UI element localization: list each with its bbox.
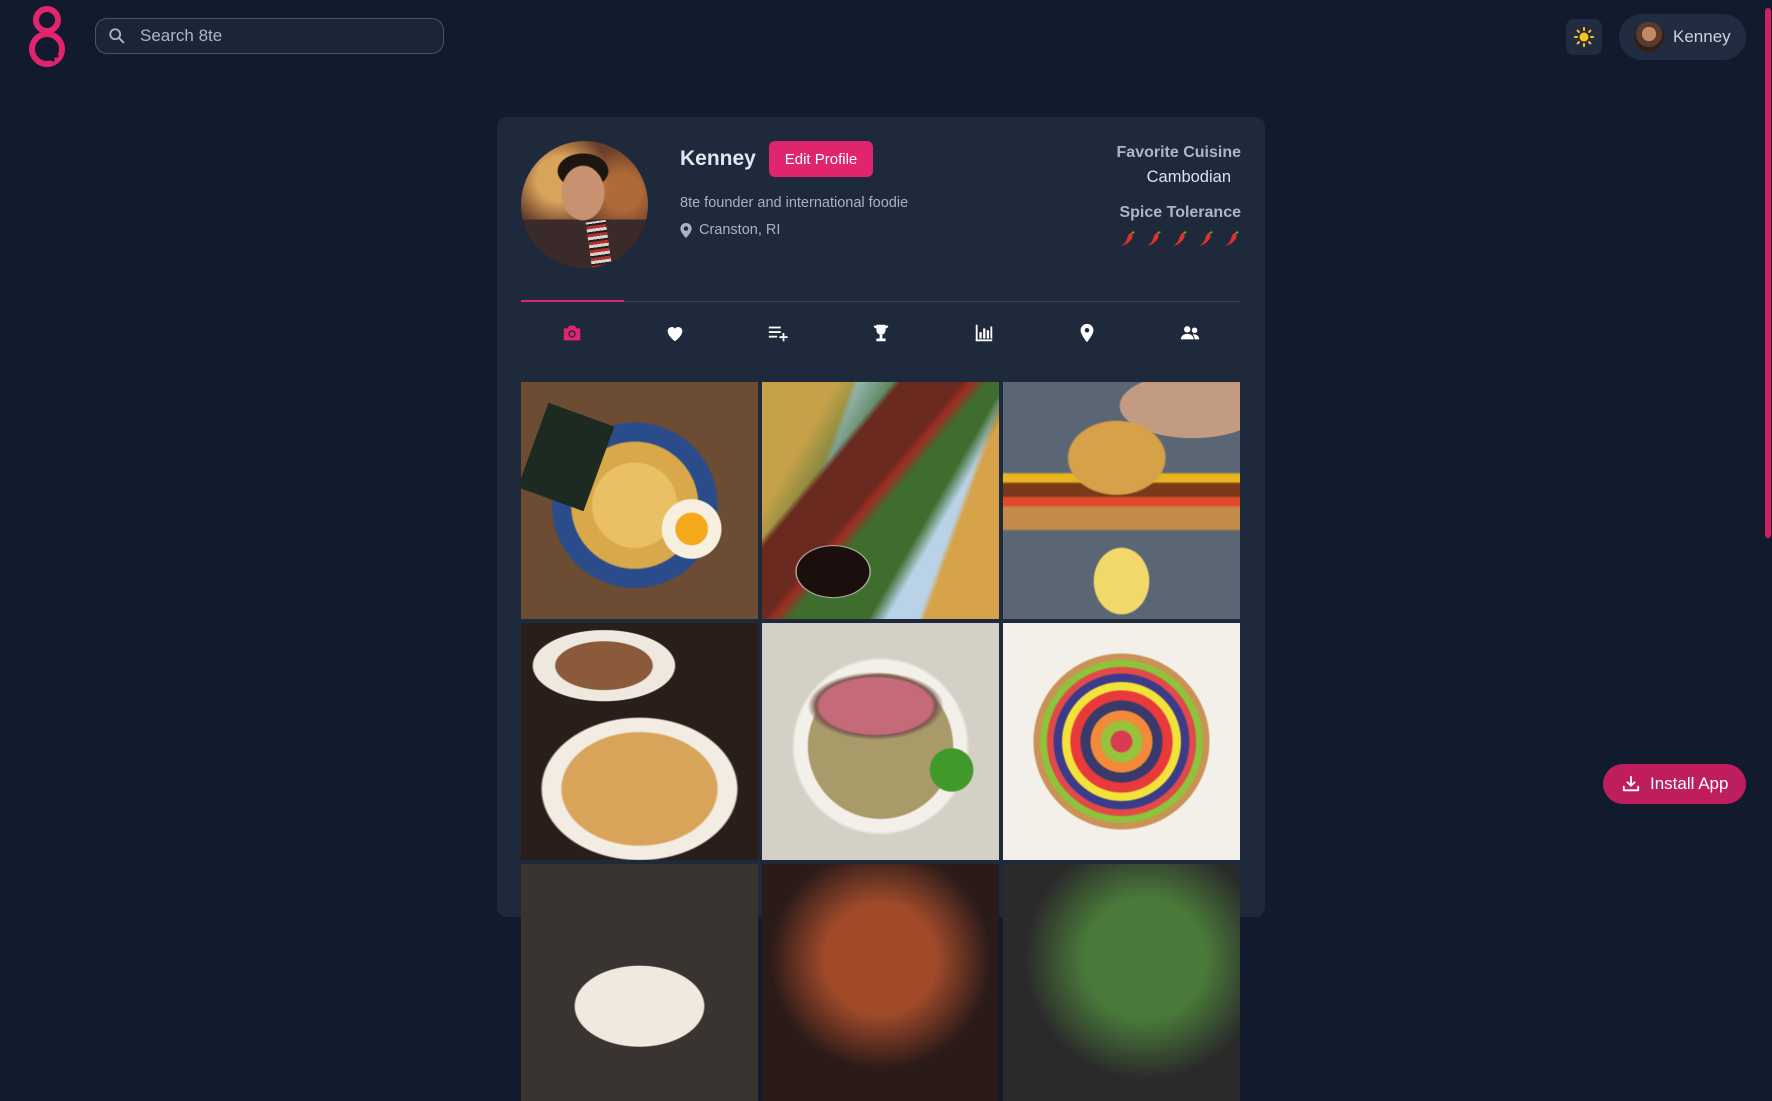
- user-menu-button[interactable]: Kenney: [1619, 14, 1746, 60]
- tab-friends[interactable]: [1138, 303, 1241, 363]
- photo-dish-8[interactable]: [762, 864, 999, 1101]
- profile-card: Kenney Edit Profile 8te founder and inte…: [497, 117, 1265, 1101]
- search-icon: [109, 28, 125, 44]
- sun-icon: [1574, 27, 1594, 47]
- tabs-divider: [521, 301, 1241, 302]
- photo-fruit-tart[interactable]: [1003, 623, 1240, 860]
- install-app-label: Install App: [1650, 774, 1729, 793]
- active-tab-indicator: [521, 300, 624, 302]
- tab-photos[interactable]: [521, 303, 624, 363]
- map-pin-icon: [1080, 323, 1094, 343]
- photo-pho[interactable]: [762, 623, 999, 860]
- photo-grid: [521, 382, 1241, 1101]
- chili-pepper-icon: [1121, 231, 1135, 246]
- photo-cheeseburger-fries[interactable]: [1003, 382, 1240, 619]
- profile-bio: 8te founder and international foodie: [680, 195, 909, 211]
- tab-places[interactable]: [1035, 303, 1138, 363]
- playlist-add-icon: [768, 326, 788, 342]
- download-icon: [1622, 775, 1640, 792]
- search-input[interactable]: [138, 25, 432, 47]
- spice-tolerance-label: Spice Tolerance: [1119, 204, 1241, 221]
- theme-toggle-button[interactable]: [1566, 19, 1602, 55]
- favorite-cuisine-value: Cambodian: [1146, 168, 1231, 186]
- tab-achievements[interactable]: [830, 303, 933, 363]
- 8te-logo-icon[interactable]: [24, 3, 70, 71]
- scrollbar-thumb[interactable]: [1765, 8, 1771, 538]
- tab-favorites[interactable]: [624, 303, 727, 363]
- install-app-button[interactable]: Install App: [1603, 764, 1746, 804]
- user-name: Kenney: [1673, 27, 1731, 46]
- tab-lists[interactable]: [727, 303, 830, 363]
- location-text: Cranston, RI: [699, 222, 781, 238]
- tab-stats[interactable]: [932, 303, 1035, 363]
- map-pin-icon: [680, 222, 692, 238]
- search-bar[interactable]: [95, 18, 444, 54]
- photo-ramen[interactable]: [521, 382, 758, 619]
- avatar: [1634, 22, 1664, 52]
- chili-pepper-icon: [1225, 231, 1239, 246]
- chili-pepper-icon: [1173, 231, 1187, 246]
- photo-dish-7[interactable]: [521, 864, 758, 1101]
- camera-icon: [564, 325, 581, 341]
- profile-name: Kenney: [680, 147, 756, 170]
- bar-chart-icon: [975, 324, 993, 342]
- heart-icon: [667, 327, 683, 342]
- profile-avatar: [521, 141, 648, 268]
- scrollbar[interactable]: [1764, 0, 1772, 897]
- chili-pepper-icon: [1147, 231, 1161, 246]
- profile-tabs: [521, 303, 1241, 363]
- photo-pasta[interactable]: [521, 623, 758, 860]
- trophy-icon: [873, 324, 889, 342]
- photo-steak-skewer[interactable]: [762, 382, 999, 619]
- users-icon: [1180, 326, 1199, 340]
- profile-location: Cranston, RI: [680, 222, 780, 238]
- favorite-cuisine-label: Favorite Cuisine: [1116, 144, 1241, 161]
- photo-dish-9[interactable]: [1003, 864, 1240, 1101]
- spice-rating: [1119, 230, 1241, 248]
- chili-pepper-icon: [1199, 231, 1213, 246]
- edit-profile-button[interactable]: Edit Profile: [769, 141, 873, 177]
